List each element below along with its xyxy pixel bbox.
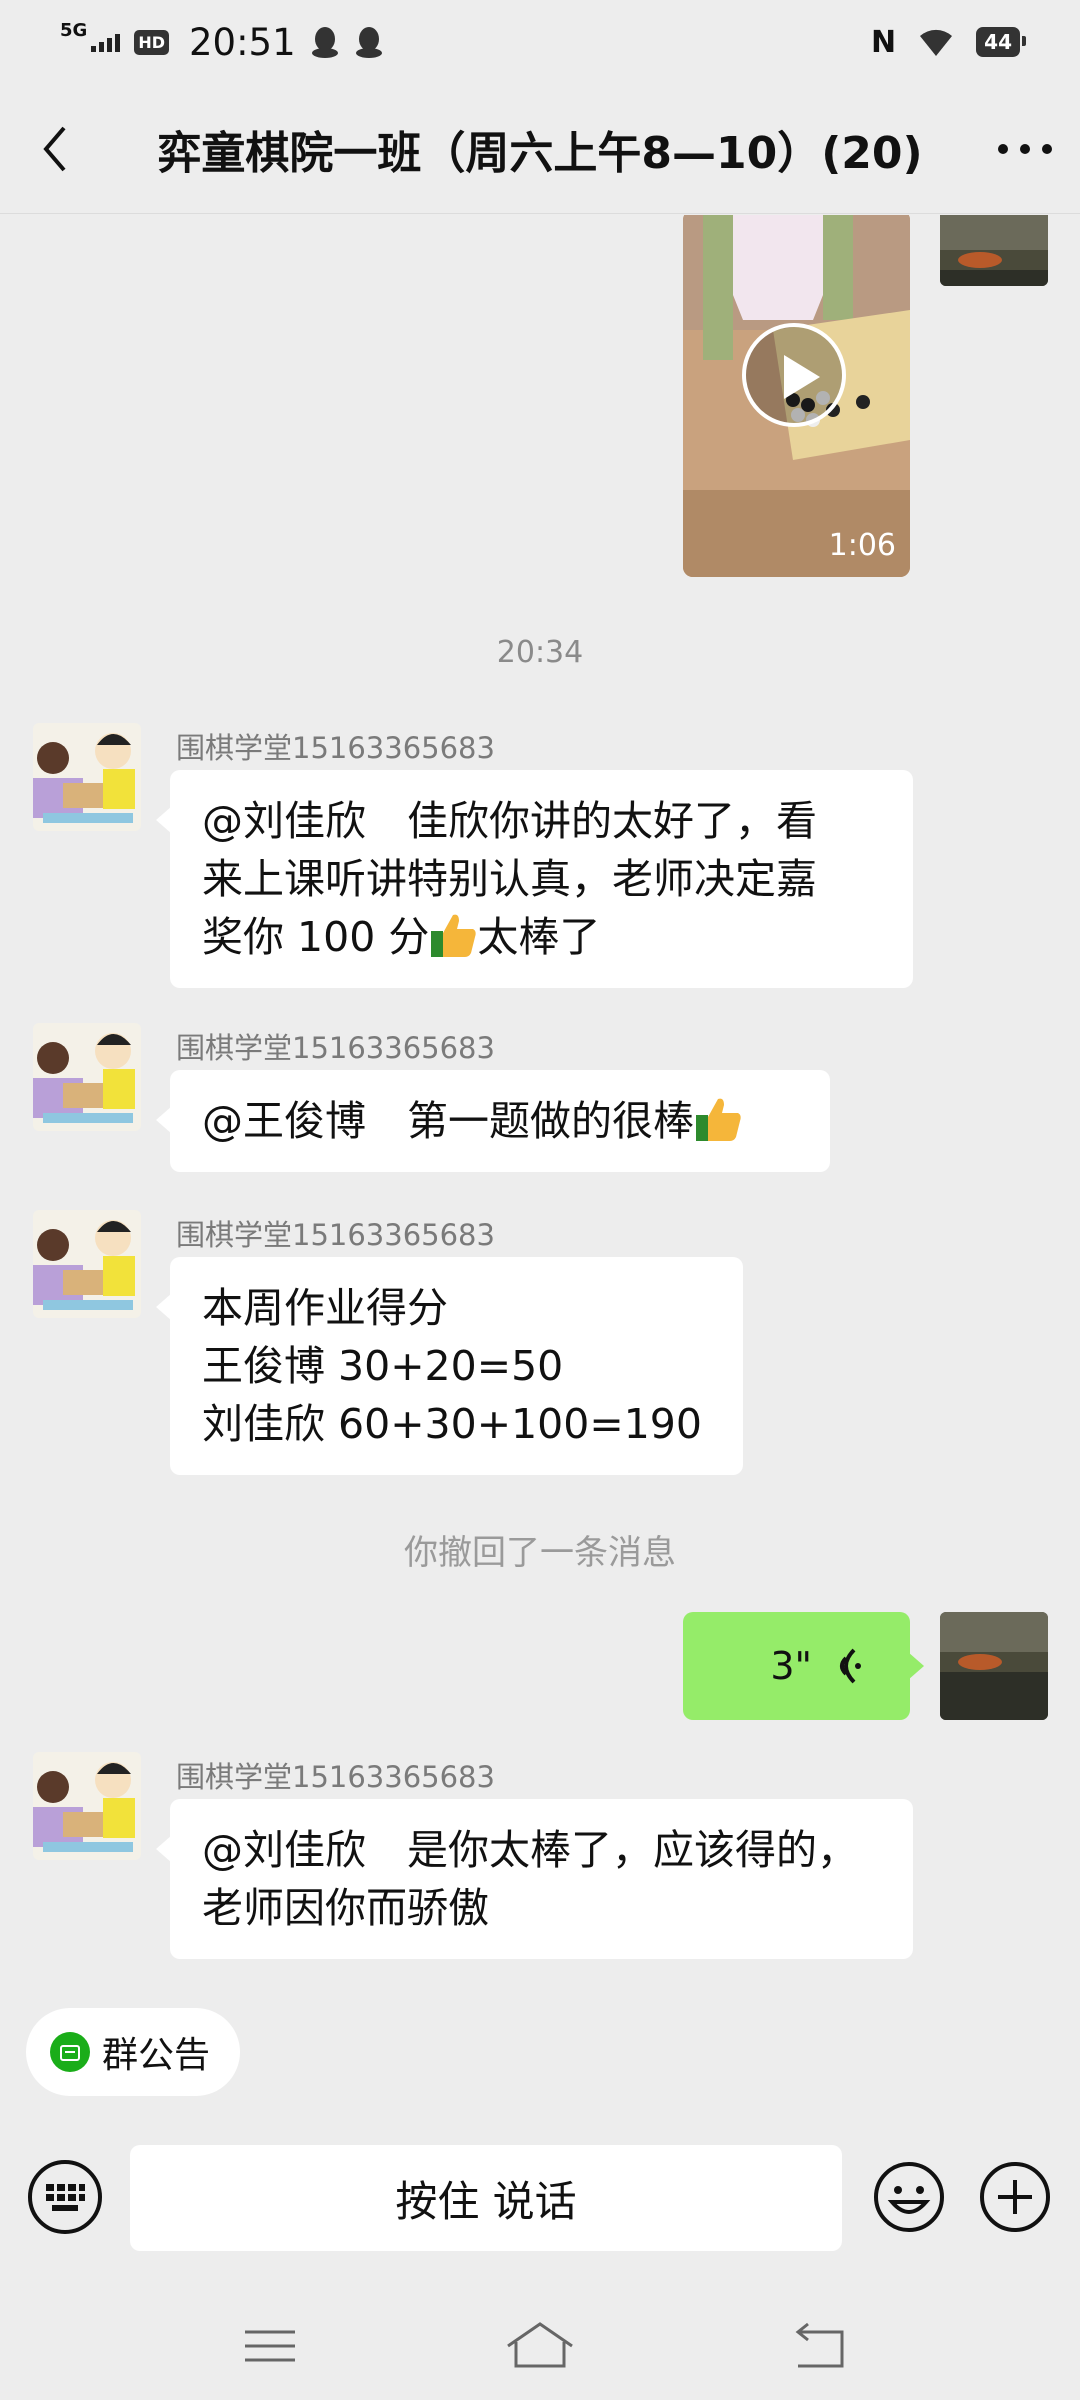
chat-title: 弈童棋院一班（周六上午8—10）(20) [157,127,923,179]
back-icon [43,126,66,171]
network-type: 5G [60,19,88,41]
message-line: 本周作业得分 [202,1284,448,1332]
status-bar: 5G HD 20:51 N 44 [0,0,1080,84]
hd-badge: HD [134,29,169,55]
message-line: 老师因你而骄傲 [202,1884,489,1932]
more-button[interactable] [970,84,1080,213]
thumbs-up-icon [696,1098,741,1141]
sender-name: 围棋学堂15163365683 [176,1760,495,1794]
message-line: 王俊博 30+20=50 [202,1342,564,1390]
my-avatar[interactable] [940,215,1048,286]
system-nav-bar [0,2290,1080,2400]
message-bubble[interactable]: @刘佳欣 是你太棒了，应该得的， 老师因你而骄傲 [156,1799,913,1959]
input-bar: 按住 说话 [0,2128,1080,2278]
wifi-icon [920,29,953,56]
message-bubble[interactable]: @刘佳欣 佳欣你讲的太好了，看 来上课听讲特别认真，老师决定嘉 奖你 100 分… [156,770,913,988]
keyboard-icon [46,2184,85,2211]
group-announcement-button[interactable]: 群公告 [26,2008,241,2096]
qq-icon [355,27,382,58]
timestamp: 20:34 [496,635,584,670]
recall-notice: 你撤回了一条消息 [404,1533,676,1573]
hold-to-talk-button[interactable]: 按住 说话 [130,2145,842,2251]
plus-icon [980,2162,1050,2232]
menu-button[interactable] [230,2306,310,2386]
chat-header: 弈童棋院一班（周六上午8—10）(20) [0,84,1080,214]
voice-wave-icon [840,1648,861,1684]
message-line: 来上课听讲特别认真，老师决定嘉 [202,855,817,903]
emoji-button[interactable] [872,2160,946,2234]
sender-avatar[interactable] [33,1210,141,1318]
menu-icon [245,2330,295,2362]
video-message[interactable]: 1:06 [683,215,910,577]
message-bubble[interactable]: @王俊博 第一题做的很棒 [156,1070,830,1172]
message-line: @刘佳欣 是你太棒了，应该得的， [202,1826,858,1874]
announcement-label: 群公告 [102,2035,211,2076]
message-line: @刘佳欣 佳欣你讲的太好了，看 [202,797,817,845]
chat-messages[interactable]: 1:06 20:34 围棋学堂15163365683 @刘佳欣 佳欣你讲的太好了… [0,215,1080,1990]
thumbs-up-icon [431,914,476,957]
return-button[interactable] [780,2306,860,2386]
home-icon [507,2322,573,2368]
qq-icon [311,27,338,58]
more-functions-button[interactable] [978,2160,1052,2234]
sender-avatar[interactable] [33,1752,141,1860]
return-icon [795,2322,844,2368]
sender-avatar[interactable] [33,723,141,831]
signal-icon [91,32,121,52]
message-line: 奖你 100 分太棒了 [202,908,881,966]
keyboard-toggle-button[interactable] [28,2160,102,2234]
message-line: 刘佳欣 60+30+100=190 [202,1400,702,1448]
voice-duration: 3" [770,1644,812,1688]
message-line: @王俊博 第一题做的很棒 [202,1092,798,1150]
message-bubble[interactable]: 本周作业得分 王俊博 30+20=50 刘佳欣 60+30+100=190 [156,1257,743,1475]
sender-avatar[interactable] [33,1023,141,1131]
home-button[interactable] [500,2306,580,2386]
announcement-icon [50,2032,90,2072]
my-avatar[interactable] [940,1612,1048,1720]
more-icon [998,143,1052,154]
emoji-icon [874,2162,944,2232]
video-duration: 1:06 [828,528,896,563]
status-time: 20:51 [188,20,296,64]
sender-name: 围棋学堂15163365683 [176,1218,495,1252]
play-icon[interactable] [742,323,846,427]
sender-name: 围棋学堂15163365683 [176,731,495,765]
message-text: 奖你 100 分 [202,913,430,961]
voice-message[interactable]: 3" [683,1612,924,1720]
back-button[interactable] [0,84,110,213]
message-text: @王俊博 第一题做的很棒 [202,1097,694,1145]
message-text: 太棒了 [477,913,601,961]
battery-indicator: 44 [976,27,1026,57]
nfc-icon: N [871,24,897,60]
sender-name: 围棋学堂15163365683 [176,1031,495,1065]
